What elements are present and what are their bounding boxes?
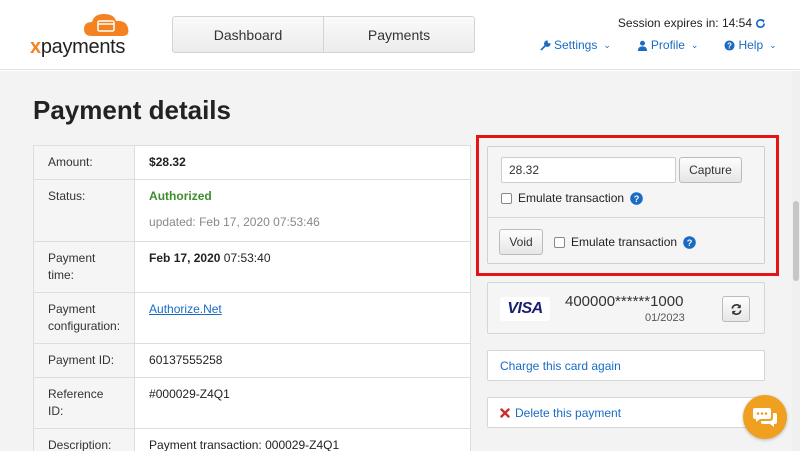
reference-id-label: Reference ID: — [33, 377, 136, 429]
settings-menu[interactable]: Settings ⌄ — [540, 38, 611, 52]
card-expiry: 01/2023 — [645, 312, 685, 324]
charge-card-again-link[interactable]: Charge this card again — [487, 350, 765, 381]
description-label: Description: — [33, 428, 136, 451]
help-circle-icon[interactable]: ? — [630, 191, 643, 205]
page-title: Payment details — [33, 95, 231, 125]
wrench-icon — [540, 39, 551, 51]
main-nav: Dashboard Payments — [172, 16, 475, 53]
logo-wordmark: xpayments — [30, 36, 125, 59]
refresh-icon[interactable] — [755, 18, 766, 29]
status-updated: updated: Feb 17, 2020 07:53:46 — [149, 215, 320, 229]
emulate-capture-row: Emulate transaction ? — [501, 191, 643, 205]
cloud-card-logo-icon — [84, 14, 129, 36]
delete-x-icon — [500, 407, 510, 418]
amount-value: $28.32 — [149, 155, 186, 169]
nav-tab-payments[interactable]: Payments — [323, 17, 474, 52]
profile-label: Profile — [650, 38, 685, 52]
top-header: xpayments Dashboard Payments Session exp… — [0, 0, 800, 70]
table-row: Payment time: Feb 17, 2020 07:53:40 — [33, 241, 471, 293]
emulate-capture-label: Emulate transaction — [518, 191, 625, 205]
refresh-card-button[interactable] — [722, 296, 750, 322]
table-row: Reference ID: #000029-Z4Q1 — [33, 377, 471, 429]
table-row: Amount: $28.32 — [33, 145, 471, 180]
help-menu[interactable]: ? Help ⌄ — [724, 38, 777, 52]
panel-divider — [488, 217, 764, 218]
table-row: Description: Payment transaction: 000029… — [33, 428, 471, 451]
help-circle-icon[interactable]: ? — [683, 235, 696, 249]
session-timer: Session expires in: 14:54 — [618, 16, 766, 30]
chevron-down-icon: ⌄ — [769, 39, 777, 50]
payment-date: Feb 17, 2020 — [149, 251, 221, 265]
table-row: Payment ID: 60137555258 — [33, 343, 471, 378]
svg-text:?: ? — [728, 41, 733, 50]
scrollbar-thumb[interactable] — [793, 201, 799, 281]
void-button[interactable]: Void — [499, 229, 543, 255]
question-circle-icon: ? — [724, 39, 736, 51]
top-menu: Settings ⌄ Profile ⌄ ? Help ⌄ — [540, 38, 777, 52]
delete-payment-link[interactable]: Delete this payment — [487, 397, 765, 428]
status-cell: Authorized updated: Feb 17, 2020 07:53:4… — [134, 179, 471, 242]
capture-amount-input[interactable] — [501, 157, 676, 183]
card-number: 400000******1000 — [565, 293, 684, 310]
chevron-down-icon: ⌄ — [690, 39, 699, 50]
payment-configuration-cell: Authorize.Net — [134, 292, 471, 344]
payment-time: 07:53:40 — [223, 251, 271, 265]
xpayments-logo[interactable]: xpayments — [30, 12, 140, 60]
nav-tab-dashboard[interactable]: Dashboard — [173, 17, 323, 52]
vertical-scrollbar[interactable] — [792, 71, 800, 451]
payment-time-label: Payment time: — [33, 241, 136, 293]
svg-text:?: ? — [634, 193, 640, 203]
charge-card-again-label: Charge this card again — [500, 358, 621, 373]
visa-logo-icon: VISA — [500, 297, 550, 321]
payment-id-label: Payment ID: — [33, 343, 136, 378]
profile-menu[interactable]: Profile ⌄ — [637, 38, 699, 52]
reference-id-value: #000029-Z4Q1 — [134, 377, 471, 429]
help-label: Help — [738, 38, 764, 52]
logo-wordmark-x: x — [30, 36, 41, 58]
table-row: Status: Authorized updated: Feb 17, 2020… — [33, 179, 471, 242]
payment-time-value: Feb 17, 2020 07:53:40 — [134, 241, 471, 293]
user-icon — [637, 40, 647, 51]
payment-details-table: Amount: $28.32 Status: Authorized update… — [33, 145, 471, 451]
chat-bubble-button[interactable] — [743, 395, 787, 439]
payment-configuration-link[interactable]: Authorize.Net — [149, 302, 222, 316]
delete-payment-label: Delete this payment — [515, 405, 622, 420]
capture-button[interactable]: Capture — [679, 157, 742, 183]
settings-label: Settings — [554, 38, 598, 52]
description-value: Payment transaction: 000029-Z4Q1 — [134, 428, 471, 451]
emulate-void-label: Emulate transaction — [571, 235, 678, 249]
table-row: Payment configuration: Authorize.Net — [33, 292, 471, 344]
chat-icon — [753, 408, 777, 427]
svg-text:?: ? — [687, 237, 693, 247]
status-label: Status: — [33, 179, 136, 242]
payment-configuration-label: Payment configuration: — [33, 292, 136, 344]
session-text: Session expires in: 14:54 — [617, 16, 752, 30]
amount-label: Amount: — [33, 145, 136, 180]
emulate-capture-checkbox[interactable] — [501, 192, 512, 204]
emulate-void-row: Emulate transaction ? — [554, 235, 696, 249]
emulate-void-checkbox[interactable] — [554, 236, 565, 248]
status-badge: Authorized — [149, 189, 212, 203]
refresh-icon — [730, 303, 742, 315]
logo-wordmark-rest: payments — [40, 36, 126, 58]
payment-id-value: 60137555258 — [134, 343, 471, 378]
chevron-down-icon: ⌄ — [603, 39, 611, 50]
